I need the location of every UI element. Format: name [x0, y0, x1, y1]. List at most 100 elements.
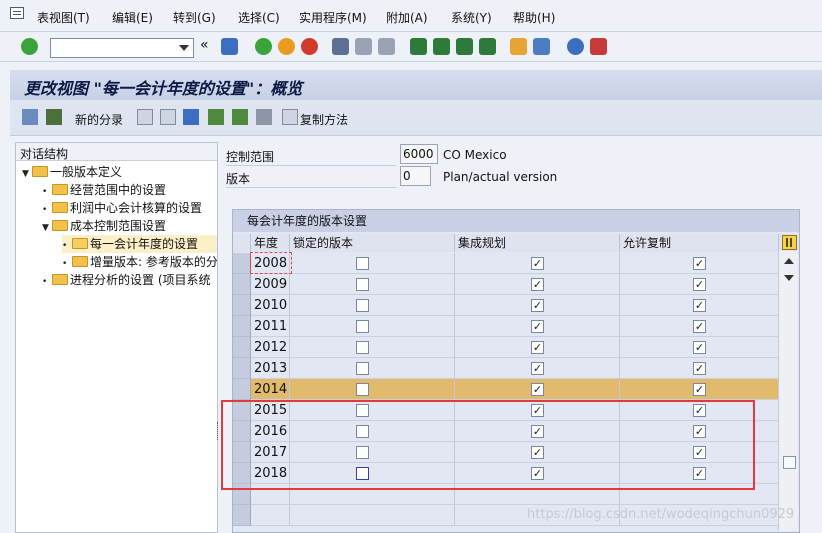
table-row[interactable]: 2012 ✓ ✓: [233, 337, 779, 358]
previous-page-icon[interactable]: [433, 38, 450, 55]
table-row[interactable]: 2014 ✓ ✓: [233, 379, 779, 400]
menu-edit[interactable]: 编辑(E): [112, 9, 153, 26]
locked-version-checkbox[interactable]: [356, 404, 369, 417]
locked-version-checkbox[interactable]: [356, 383, 369, 396]
new-entries-button[interactable]: 新的分录: [75, 111, 123, 128]
row-selector[interactable]: [233, 379, 251, 400]
row-selector[interactable]: [233, 253, 251, 274]
exit-icon[interactable]: [278, 38, 295, 55]
menu-table-view[interactable]: 表视图(T): [37, 9, 90, 26]
year-cell[interactable]: 2017: [251, 442, 290, 463]
copy-allowed-checkbox[interactable]: ✓: [693, 467, 706, 480]
layout-icon[interactable]: [590, 38, 607, 55]
row-selector[interactable]: [233, 337, 251, 358]
year-cell[interactable]: 2008: [251, 253, 290, 274]
table-row[interactable]: 2008 ✓ ✓: [233, 253, 779, 274]
table-row[interactable]: 2015 ✓ ✓: [233, 400, 779, 421]
col-copy-allowed-header[interactable]: 允许复制: [620, 234, 779, 252]
print-icon[interactable]: [332, 38, 349, 55]
row-selector[interactable]: [233, 316, 251, 337]
vertical-scrollbar[interactable]: [778, 251, 798, 531]
year-cell[interactable]: 2013: [251, 358, 290, 379]
menu-extras[interactable]: 附加(A): [386, 9, 428, 26]
row-selector[interactable]: [233, 274, 251, 295]
delete-icon[interactable]: [160, 109, 176, 125]
year-cell[interactable]: 2011: [251, 316, 290, 337]
other-object-icon[interactable]: [46, 109, 62, 125]
first-page-icon[interactable]: [410, 38, 427, 55]
locked-version-checkbox[interactable]: [356, 320, 369, 333]
year-cell[interactable]: 2009: [251, 274, 290, 295]
tree-node-controlling-area[interactable]: ▼ 成本控制范围设置: [42, 217, 166, 235]
scroll-thumb[interactable]: [783, 456, 796, 469]
undo-icon[interactable]: [183, 109, 199, 125]
copy-allowed-checkbox[interactable]: ✓: [693, 362, 706, 375]
integrated-planning-checkbox[interactable]: ✓: [531, 425, 544, 438]
select-all-icon[interactable]: [208, 109, 224, 125]
menu-system[interactable]: 系统(Y): [451, 9, 492, 26]
save-icon[interactable]: [221, 38, 238, 55]
copy-method-button[interactable]: 复制方法: [300, 111, 348, 128]
table-row[interactable]: 2016 ✓ ✓: [233, 421, 779, 442]
locked-version-checkbox[interactable]: [356, 341, 369, 354]
copy-method-icon[interactable]: [282, 109, 298, 125]
new-session-icon[interactable]: [510, 38, 527, 55]
row-selector[interactable]: [233, 295, 251, 316]
locked-version-checkbox[interactable]: [356, 299, 369, 312]
integrated-planning-checkbox[interactable]: ✓: [531, 467, 544, 480]
row-selector[interactable]: [233, 442, 251, 463]
locked-version-checkbox[interactable]: [356, 278, 369, 291]
tree-node-profit-center[interactable]: • 利润中心会计核算的设置: [42, 199, 202, 217]
system-menu-icon[interactable]: [10, 7, 24, 19]
integrated-planning-checkbox[interactable]: ✓: [531, 383, 544, 396]
row-selector[interactable]: [233, 505, 251, 526]
year-cell[interactable]: [251, 505, 290, 526]
menu-selection[interactable]: 选择(C): [238, 9, 280, 26]
menu-help[interactable]: 帮助(H): [513, 9, 555, 26]
row-selector[interactable]: [233, 358, 251, 379]
enter-icon[interactable]: [21, 38, 38, 55]
copy-allowed-checkbox[interactable]: ✓: [693, 383, 706, 396]
tree-node-progress-analysis[interactable]: • 进程分析的设置 (项目系统: [42, 271, 211, 289]
table-settings-icon[interactable]: [782, 235, 797, 250]
display-change-icon[interactable]: [22, 109, 38, 125]
table-row[interactable]: 2013 ✓ ✓: [233, 358, 779, 379]
shortcut-icon[interactable]: [533, 38, 550, 55]
cancel-icon[interactable]: [301, 38, 318, 55]
table-row[interactable]: [233, 484, 779, 505]
copy-allowed-checkbox[interactable]: ✓: [693, 341, 706, 354]
locked-version-checkbox[interactable]: [356, 467, 369, 480]
copy-as-icon[interactable]: [137, 109, 153, 125]
integrated-planning-checkbox[interactable]: ✓: [531, 446, 544, 459]
year-cell[interactable]: 2018: [251, 463, 290, 484]
menu-utilities[interactable]: 实用程序(M): [299, 9, 367, 26]
tree-node-operating-area[interactable]: • 经营范围中的设置: [42, 181, 166, 199]
integrated-planning-checkbox[interactable]: ✓: [531, 278, 544, 291]
table-row[interactable]: 2010 ✓ ✓: [233, 295, 779, 316]
table-row[interactable]: 2017 ✓ ✓: [233, 442, 779, 463]
year-cell[interactable]: 2015: [251, 400, 290, 421]
copy-allowed-checkbox[interactable]: ✓: [693, 446, 706, 459]
integrated-planning-checkbox[interactable]: ✓: [531, 299, 544, 312]
controlling-area-field[interactable]: 6000: [400, 144, 438, 164]
row-selector[interactable]: [233, 484, 251, 505]
col-integrated-planning-header[interactable]: 集成规划: [455, 234, 620, 252]
tree-node-general-version[interactable]: ▼ 一般版本定义: [22, 163, 122, 181]
row-selector[interactable]: [233, 463, 251, 484]
panel-splitter[interactable]: [217, 422, 220, 440]
chevron-down-icon[interactable]: [179, 45, 189, 51]
year-cell[interactable]: 2016: [251, 421, 290, 442]
double-chevron-left-icon[interactable]: «: [200, 38, 212, 52]
integrated-planning-checkbox[interactable]: ✓: [531, 341, 544, 354]
select-all-column-header[interactable]: [233, 234, 251, 252]
locked-version-checkbox[interactable]: [356, 257, 369, 270]
table-row[interactable]: 2018 ✓ ✓: [233, 463, 779, 484]
integrated-planning-checkbox[interactable]: ✓: [531, 362, 544, 375]
col-locked-header[interactable]: 锁定的版本: [290, 234, 455, 252]
year-cell[interactable]: 2014: [251, 379, 290, 400]
locked-version-checkbox[interactable]: [356, 362, 369, 375]
integrated-planning-checkbox[interactable]: ✓: [531, 257, 544, 270]
back-icon[interactable]: [255, 38, 272, 55]
year-cell[interactable]: 2010: [251, 295, 290, 316]
table-row[interactable]: 2009 ✓ ✓: [233, 274, 779, 295]
